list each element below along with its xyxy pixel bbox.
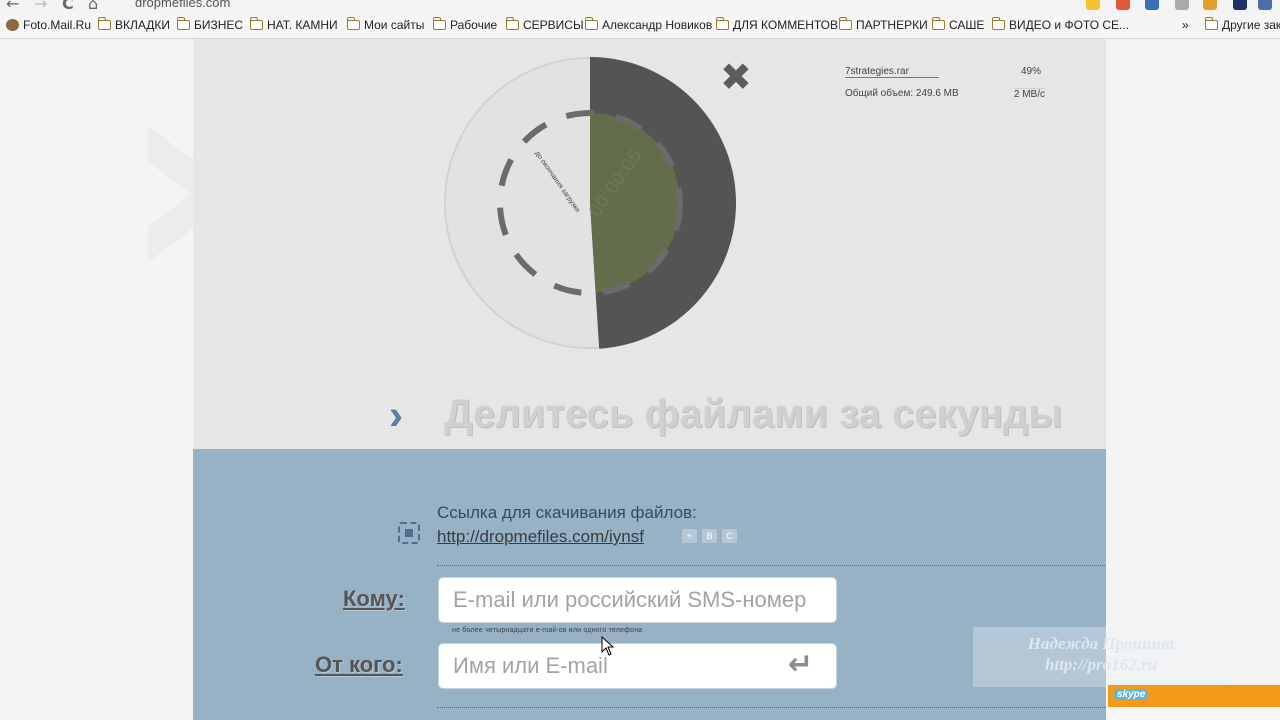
extension-icon-2[interactable] xyxy=(1203,0,1217,10)
to-hint: не более четырнадцати e-mail-ов или одно… xyxy=(452,627,643,634)
bookmark-video-foto[interactable]: ВИДЕО и ФОТО СЕ... xyxy=(992,17,1130,32)
bookmark-label: Другие закла xyxy=(1222,18,1280,32)
back-icon[interactable]: ← xyxy=(6,0,19,13)
folder-icon xyxy=(98,17,111,30)
extension-icon[interactable] xyxy=(1145,0,1159,10)
folder-icon xyxy=(1205,17,1218,30)
bookmark-label: СЕРВИСЫ xyxy=(523,18,584,32)
extension-icon-4[interactable] xyxy=(1258,0,1272,10)
download-link-label: Ссылка для скачивания файлов: xyxy=(437,503,697,522)
bookmark-label: Мои сайты xyxy=(364,18,425,32)
share-icon[interactable]: B xyxy=(702,529,717,543)
bookmark-label: САШЕ xyxy=(949,18,985,32)
upload-progress-circle: до окончания загрузки 00:00:05 xyxy=(444,57,737,349)
folder-icon xyxy=(839,17,852,30)
bookmarks-overflow-button[interactable]: » xyxy=(1182,18,1189,32)
home-icon[interactable]: ⌂ xyxy=(88,0,98,13)
overflow-label: » xyxy=(1182,18,1189,32)
mouse-cursor-icon xyxy=(601,636,615,656)
file-total-size: Общий объем: 249.6 MB xyxy=(845,88,959,99)
watermark-url: http://pro162.ru xyxy=(1045,655,1157,674)
file-name: 7strategies.rar xyxy=(845,66,939,78)
bookmark-label: Александр Новиков xyxy=(602,18,713,32)
star-icon[interactable] xyxy=(1086,0,1100,10)
folder-icon xyxy=(932,17,945,30)
share-icon[interactable]: + xyxy=(682,529,697,543)
bookmark-foto-mail[interactable]: Foto.Mail.Ru xyxy=(6,18,91,32)
bookmark-novikov[interactable]: Александр Новиков xyxy=(585,17,713,32)
bookmark-label: Рабочие xyxy=(450,18,498,32)
bookmark-rabochie[interactable]: Рабочие xyxy=(433,17,498,32)
divider xyxy=(437,565,1105,566)
folder-icon xyxy=(433,17,446,30)
skype-icon: skype xyxy=(1114,689,1149,700)
reload-icon[interactable]: C xyxy=(62,0,74,13)
folder-icon xyxy=(585,17,598,30)
bookmark-moi-saity[interactable]: Мои сайты xyxy=(347,17,425,32)
bookmark-partnerki[interactable]: ПАРТНЕРКИ xyxy=(839,17,928,32)
from-label: От кого: xyxy=(315,652,403,677)
download-link[interactable]: http://dropmefiles.com/iynsf xyxy=(437,527,644,547)
skype-bar[interactable]: skype xyxy=(1108,685,1280,707)
bookmark-label: Foto.Mail.Ru xyxy=(23,18,92,32)
bookmark-label: ПАРТНЕРКИ xyxy=(856,18,928,32)
copy-link-icon[interactable] xyxy=(398,522,420,544)
skype-panel xyxy=(1108,707,1280,720)
yandex-icon[interactable] xyxy=(1116,0,1130,10)
bookmark-komment[interactable]: ДЛЯ КОММЕНТОВ xyxy=(716,17,838,32)
other-bookmarks-button[interactable]: Другие закла xyxy=(1205,17,1280,32)
bookmark-servisy[interactable]: СЕРВИСЫ xyxy=(506,17,584,32)
close-icon[interactable]: ✖ xyxy=(720,58,752,96)
folder-icon xyxy=(347,17,360,30)
folder-icon xyxy=(716,17,729,30)
file-percent: 49% xyxy=(1020,66,1041,77)
folder-icon xyxy=(992,17,1005,30)
site-icon xyxy=(6,19,19,31)
bookmark-label: ДЛЯ КОММЕНТОВ xyxy=(733,18,838,32)
watermark-name: Надежда Прошина xyxy=(1027,634,1175,653)
page-title: Делитесь файлами за секунды xyxy=(444,392,1063,436)
to-label: Кому: xyxy=(343,586,405,611)
enter-icon[interactable]: ↵ xyxy=(788,650,813,680)
share-icon[interactable]: C xyxy=(722,529,737,543)
folder-icon xyxy=(506,17,519,30)
forward-icon[interactable]: → xyxy=(34,0,47,13)
upload-speed: 2 MB/c xyxy=(1013,88,1045,100)
divider xyxy=(437,707,1105,708)
extension-icon-3[interactable] xyxy=(1233,0,1247,10)
from-input[interactable] xyxy=(438,643,837,689)
bookmark-label: ВИДЕО и ФОТО СЕ... xyxy=(1009,18,1130,32)
bookmark-sashe[interactable]: САШЕ xyxy=(932,17,985,32)
watermark: Надежда Прошина http://pro162.ru xyxy=(973,627,1229,687)
to-input[interactable] xyxy=(438,577,837,623)
edit-icon[interactable] xyxy=(1175,0,1189,10)
